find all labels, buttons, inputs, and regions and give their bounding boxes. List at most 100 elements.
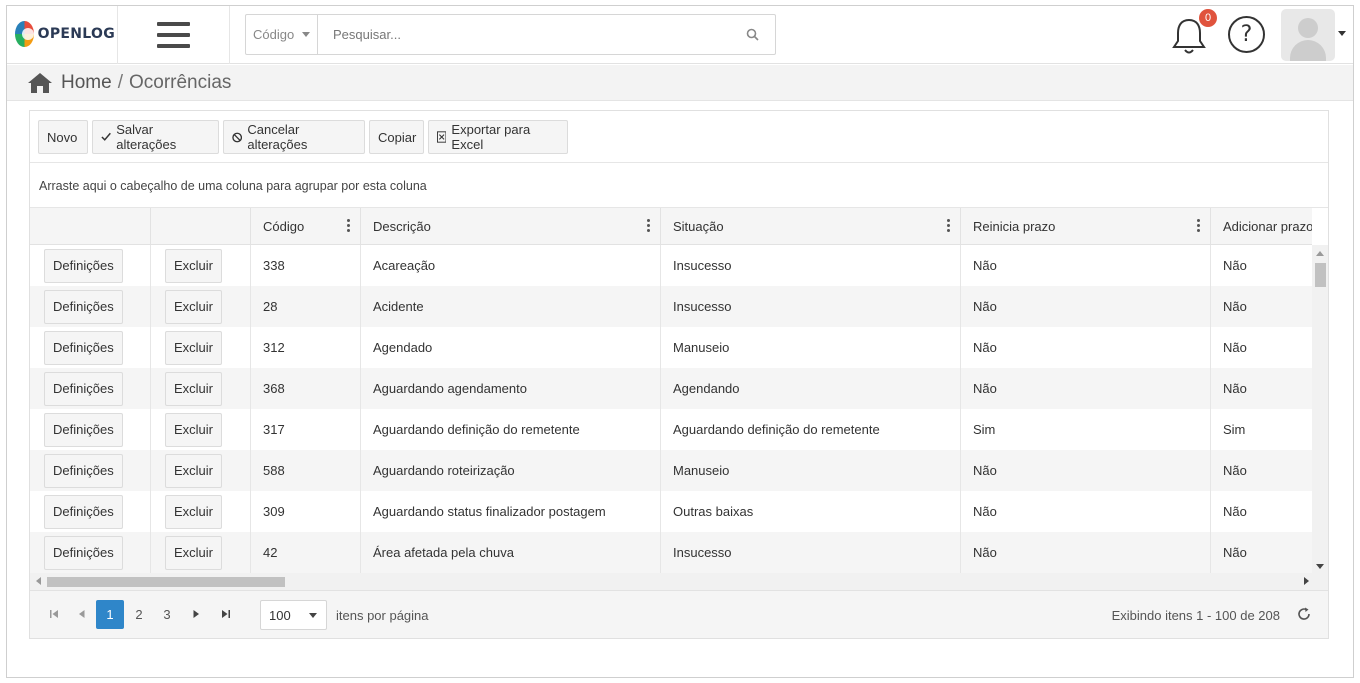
scroll-right-icon[interactable] — [1304, 577, 1309, 585]
delete-button[interactable]: Excluir — [165, 289, 223, 324]
cell-reinicia[interactable]: Não — [961, 368, 1211, 409]
horizontal-scrollbar[interactable] — [30, 573, 1328, 590]
cell-reinicia[interactable]: Não — [961, 491, 1211, 532]
page-button-1[interactable]: 1 — [96, 600, 124, 629]
column-menu-icon[interactable] — [647, 219, 650, 233]
last-page-icon[interactable] — [218, 607, 232, 621]
cell-situacao[interactable]: Insucesso — [661, 532, 961, 573]
column-menu-icon[interactable] — [347, 219, 350, 233]
home-icon[interactable] — [27, 72, 53, 94]
export-excel-button[interactable]: Exportar para Excel — [428, 120, 568, 154]
column-menu-icon[interactable] — [1197, 219, 1200, 233]
definitions-button[interactable]: Definições — [44, 412, 123, 447]
search-icon[interactable] — [729, 15, 775, 54]
scroll-up-icon[interactable] — [1316, 251, 1324, 256]
cell-codigo[interactable]: 588 — [251, 450, 361, 491]
page-button-3[interactable]: 3 — [153, 600, 181, 629]
previous-page-icon[interactable] — [75, 607, 89, 621]
scroll-left-icon[interactable] — [36, 577, 41, 585]
delete-button[interactable]: Excluir — [165, 412, 223, 447]
delete-button[interactable]: Excluir — [165, 535, 223, 570]
cell-adicionar[interactable]: Não — [1211, 245, 1312, 286]
next-page-icon[interactable] — [189, 607, 203, 621]
cell-adicionar[interactable]: Não — [1211, 491, 1312, 532]
cell-adicionar[interactable]: Não — [1211, 532, 1312, 573]
new-button[interactable]: Novo — [38, 120, 88, 154]
definitions-button[interactable]: Definições — [44, 330, 123, 365]
vertical-scrollbar[interactable] — [1312, 245, 1328, 573]
table-row[interactable]: Definições Excluir 368 Aguardando agendamen… — [30, 368, 1312, 409]
scroll-thumb[interactable] — [47, 577, 285, 587]
save-changes-button[interactable]: Salvar alterações — [92, 120, 219, 154]
breadcrumb-home[interactable]: Home — [61, 72, 112, 94]
definitions-button[interactable]: Definições — [44, 248, 123, 283]
search-input[interactable] — [318, 15, 729, 54]
cell-situacao[interactable]: Insucesso — [661, 245, 961, 286]
table-row[interactable]: Definições Excluir 338 Acareação Insucesso Nã… — [30, 245, 1312, 286]
cell-adicionar[interactable]: Não — [1211, 286, 1312, 327]
avatar[interactable] — [1281, 9, 1335, 61]
table-row[interactable]: Definições Excluir 28 Acidente Insucesso Não N… — [30, 286, 1312, 327]
cell-codigo[interactable]: 309 — [251, 491, 361, 532]
column-header-descricao[interactable]: Descrição — [361, 208, 661, 244]
definitions-button[interactable]: Definições — [44, 453, 123, 488]
cell-reinicia[interactable]: Não — [961, 327, 1211, 368]
help-icon[interactable]: ? — [1228, 16, 1265, 53]
cell-descricao[interactable]: Agendado — [361, 327, 661, 368]
cell-reinicia[interactable]: Não — [961, 245, 1211, 286]
definitions-button[interactable]: Definições — [44, 289, 123, 324]
column-menu-icon[interactable] — [947, 219, 950, 233]
cell-adicionar[interactable]: Não — [1211, 450, 1312, 491]
cell-descricao[interactable]: Aguardando agendamento — [361, 368, 661, 409]
column-header-adicionar[interactable]: Adicionar prazo — [1211, 208, 1312, 244]
cell-descricao[interactable]: Acareação — [361, 245, 661, 286]
cell-situacao[interactable]: Agendando — [661, 368, 961, 409]
delete-button[interactable]: Excluir — [165, 494, 223, 529]
page-button-2[interactable]: 2 — [125, 600, 153, 629]
cell-codigo[interactable]: 28 — [251, 286, 361, 327]
cell-adicionar[interactable]: Sim — [1211, 409, 1312, 450]
refresh-icon[interactable] — [1296, 606, 1312, 622]
delete-button[interactable]: Excluir — [165, 453, 223, 488]
page-size-select[interactable]: 100 — [260, 600, 327, 630]
menu-toggle-icon[interactable] — [157, 22, 190, 48]
cell-codigo[interactable]: 317 — [251, 409, 361, 450]
cell-situacao[interactable]: Manuseio — [661, 327, 961, 368]
definitions-button[interactable]: Definições — [44, 494, 123, 529]
table-row[interactable]: Definições Excluir 312 Agendado Manuseio Não N… — [30, 327, 1312, 368]
cell-descricao[interactable]: Acidente — [361, 286, 661, 327]
app-logo[interactable]: OPENLOG — [15, 14, 115, 54]
cell-descricao[interactable]: Aguardando status finalizador postagem — [361, 491, 661, 532]
cell-situacao[interactable]: Insucesso — [661, 286, 961, 327]
cell-reinicia[interactable]: Sim — [961, 409, 1211, 450]
cell-codigo[interactable]: 368 — [251, 368, 361, 409]
column-header-situacao[interactable]: Situação — [661, 208, 961, 244]
cell-situacao[interactable]: Outras baixas — [661, 491, 961, 532]
column-header-reinicia[interactable]: Reinicia prazo — [961, 208, 1211, 244]
delete-button[interactable]: Excluir — [165, 248, 223, 283]
cell-codigo[interactable]: 312 — [251, 327, 361, 368]
cancel-changes-button[interactable]: Cancelar alterações — [223, 120, 365, 154]
definitions-button[interactable]: Definições — [44, 371, 123, 406]
table-row[interactable]: Definições Excluir 317 Aguardando definição… — [30, 409, 1312, 450]
first-page-icon[interactable] — [47, 607, 61, 621]
cell-codigo[interactable]: 42 — [251, 532, 361, 573]
search-field-select[interactable]: Código — [246, 15, 318, 54]
scroll-down-icon[interactable] — [1316, 564, 1324, 569]
table-row[interactable]: Definições Excluir 42 Área afetada pela chu… — [30, 532, 1312, 573]
table-row[interactable]: Definições Excluir 588 Aguardando roteiriza… — [30, 450, 1312, 491]
delete-button[interactable]: Excluir — [165, 371, 223, 406]
cell-reinicia[interactable]: Não — [961, 286, 1211, 327]
cell-adicionar[interactable]: Não — [1211, 327, 1312, 368]
copy-button[interactable]: Copiar — [369, 120, 424, 154]
cell-reinicia[interactable]: Não — [961, 450, 1211, 491]
definitions-button[interactable]: Definições — [44, 535, 123, 570]
scroll-thumb[interactable] — [1315, 263, 1326, 287]
cell-descricao[interactable]: Aguardando roteirização — [361, 450, 661, 491]
column-header-codigo[interactable]: Código — [251, 208, 361, 244]
delete-button[interactable]: Excluir — [165, 330, 223, 365]
table-row[interactable]: Definições Excluir 309 Aguardando status fi… — [30, 491, 1312, 532]
cell-codigo[interactable]: 338 — [251, 245, 361, 286]
cell-situacao[interactable]: Manuseio — [661, 450, 961, 491]
chevron-down-icon[interactable] — [1338, 31, 1346, 36]
